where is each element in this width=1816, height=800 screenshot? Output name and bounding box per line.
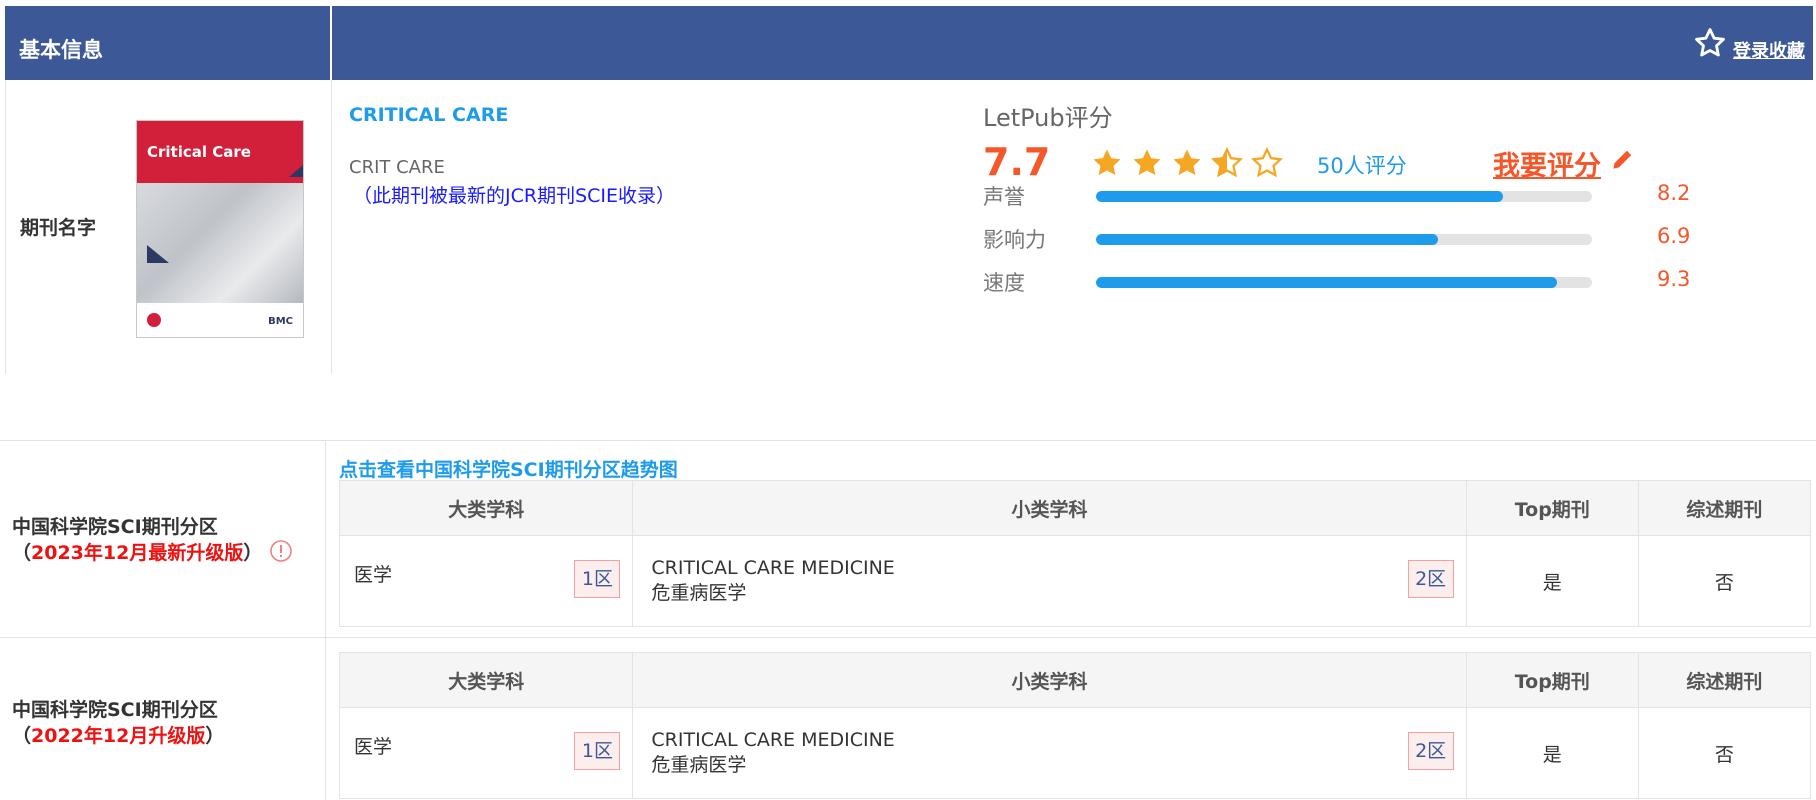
category-cell: 医学 1区 xyxy=(338,707,634,799)
journal-name-link[interactable]: CRITICAL CARE xyxy=(349,104,508,126)
star-full-icon xyxy=(1089,146,1125,184)
table-header-row: 大类学科 小类学科 Top期刊 综述期刊 xyxy=(338,652,1812,708)
metric-label: 影响力 xyxy=(983,228,1046,252)
basic-info-header: 基本信息 登录收藏 xyxy=(5,6,1813,80)
subcategory-cell: CRITICAL CARE MEDICINE 危重病医学 2区 xyxy=(632,707,1467,799)
metric-label: 声誉 xyxy=(983,185,1025,209)
star-half-icon xyxy=(1209,146,1245,184)
column-header: 大类学科 xyxy=(338,652,634,708)
top-journal-cell: 是 xyxy=(1465,535,1639,627)
cover-publisher: BMC xyxy=(268,316,293,327)
paren-close: ） xyxy=(205,725,225,747)
rate-button-label[interactable]: 我要评分 xyxy=(1493,144,1601,183)
star-rating xyxy=(1089,146,1285,184)
subcategory-names: CRITICAL CARE MEDICINE 危重病医学 xyxy=(651,556,894,606)
metric-impact: 影响力 6.9 xyxy=(983,224,1703,254)
jcr-note: （此期刊被最新的JCR期刊SCIE收录） xyxy=(353,185,676,207)
journal-row-label: 期刊名字 xyxy=(20,217,97,239)
review-journal-cell: 否 xyxy=(1637,707,1812,799)
partition-label: 中国科学院SCI期刊分区 （2023年12月最新升级版） xyxy=(12,514,262,566)
category-zone-badge: 1区 xyxy=(574,732,621,770)
category-name: 医学 xyxy=(354,564,393,586)
cover-band: Critical Care xyxy=(137,121,303,183)
top-journal-cell: 是 xyxy=(1465,707,1639,799)
table-row: 医学 1区 CRITICAL CARE MEDICINE 危重病医学 2区 是 … xyxy=(338,707,1812,799)
subcategory-cell: CRITICAL CARE MEDICINE 危重病医学 2区 xyxy=(632,535,1467,627)
metric-value: 8.2 xyxy=(1657,181,1691,205)
metric-value: 9.3 xyxy=(1657,267,1691,291)
column-header: 小类学科 xyxy=(632,480,1467,536)
metric-bar-fill xyxy=(1096,234,1439,245)
subcategory-names: CRITICAL CARE MEDICINE 危重病医学 xyxy=(651,728,894,778)
header-title: 基本信息 xyxy=(19,38,103,62)
metric-bar-fill xyxy=(1096,191,1503,202)
cover-title: Critical Care xyxy=(147,143,251,161)
star-empty-icon xyxy=(1249,146,1285,184)
metric-value: 6.9 xyxy=(1657,224,1691,248)
metric-reputation: 声誉 8.2 xyxy=(983,181,1703,211)
partition-label: 中国科学院SCI期刊分区 （2022年12月升级版） xyxy=(12,697,224,749)
journal-cover-image: Critical Care BMC xyxy=(136,120,304,338)
partition-version: 2023年12月最新升级版 xyxy=(31,542,244,564)
paren-close: ） xyxy=(243,542,263,564)
partition-label-title: 中国科学院SCI期刊分区 xyxy=(12,699,218,721)
paren-open: （ xyxy=(12,542,32,564)
partition-label-version-line: （2023年12月最新升级版） xyxy=(12,540,262,566)
column-header: Top期刊 xyxy=(1465,480,1639,536)
partition-table-2023: 大类学科 小类学科 Top期刊 综述期刊 医学 1区 CRITICAL CARE… xyxy=(338,480,1812,627)
cover-footer: BMC xyxy=(137,303,303,337)
journal-info-row: 期刊名字 Critical Care BMC CRITICAL CARE CRI… xyxy=(5,80,1813,374)
favorite-button[interactable]: 登录收藏 xyxy=(1693,26,1805,64)
cover-decoration xyxy=(289,165,303,177)
partition-label-cell: 中国科学院SCI期刊分区 （2023年12月最新升级版） xyxy=(0,441,326,638)
table-row: 医学 1区 CRITICAL CARE MEDICINE 危重病医学 2区 是 … xyxy=(338,535,1812,627)
cover-photo xyxy=(137,183,303,303)
info-icon[interactable] xyxy=(269,539,293,563)
metric-bar-fill xyxy=(1096,277,1558,288)
subcategory-cn: 危重病医学 xyxy=(651,582,747,604)
journal-abbreviation: CRIT CARE xyxy=(349,157,445,178)
letpub-score-title: LetPub评分 xyxy=(983,104,1113,132)
metric-bar xyxy=(1096,234,1592,245)
partition-trend-link[interactable]: 点击查看中国科学院SCI期刊分区趋势图 xyxy=(339,455,678,482)
metric-bar xyxy=(1096,191,1592,202)
subcategory-en: CRITICAL CARE MEDICINE xyxy=(651,729,895,751)
star-full-icon xyxy=(1169,146,1205,184)
category-cell: 医学 1区 xyxy=(338,535,634,627)
partition-label-title: 中国科学院SCI期刊分区 xyxy=(12,516,218,538)
column-header: 综述期刊 xyxy=(1637,652,1812,708)
cover-decoration xyxy=(147,245,169,263)
column-header: Top期刊 xyxy=(1465,652,1639,708)
column-header: 大类学科 xyxy=(338,480,634,536)
journal-row-label-cell: 期刊名字 Critical Care BMC xyxy=(5,80,332,374)
partition-table-2022: 大类学科 小类学科 Top期刊 综述期刊 医学 1区 CRITICAL CARE… xyxy=(338,652,1812,799)
favorite-label[interactable]: 登录收藏 xyxy=(1733,37,1805,63)
paren-open: （ xyxy=(12,725,32,747)
metric-label: 速度 xyxy=(983,271,1025,295)
letpub-score-value: 7.7 xyxy=(983,140,1051,184)
metric-bar xyxy=(1096,277,1592,288)
category-name: 医学 xyxy=(354,736,393,758)
metric-speed: 速度 9.3 xyxy=(983,267,1703,297)
partition-version: 2022年12月升级版 xyxy=(31,725,206,747)
category-zone-badge: 1区 xyxy=(574,560,621,598)
header-left-cell: 基本信息 xyxy=(5,6,332,80)
column-header: 综述期刊 xyxy=(1637,480,1812,536)
subcategory-en: CRITICAL CARE MEDICINE xyxy=(651,557,895,579)
table-header-row: 大类学科 小类学科 Top期刊 综述期刊 xyxy=(338,480,1812,536)
subcategory-zone-badge: 2区 xyxy=(1407,560,1454,598)
pencil-icon xyxy=(1601,147,1635,180)
star-full-icon xyxy=(1129,146,1165,184)
vote-count: 50人评分 xyxy=(1317,154,1407,178)
subcategory-zone-badge: 2区 xyxy=(1407,732,1454,770)
column-header: 小类学科 xyxy=(632,652,1467,708)
cover-logo-icon xyxy=(147,313,161,327)
review-journal-cell: 否 xyxy=(1637,535,1812,627)
star-outline-icon xyxy=(1693,26,1727,64)
partition-label-version-line: （2022年12月升级版） xyxy=(12,723,224,749)
rate-button[interactable]: 我要评分 xyxy=(1493,144,1635,183)
subcategory-cn: 危重病医学 xyxy=(651,754,747,776)
partition-label-cell: 中国科学院SCI期刊分区 （2022年12月升级版） xyxy=(0,638,326,800)
